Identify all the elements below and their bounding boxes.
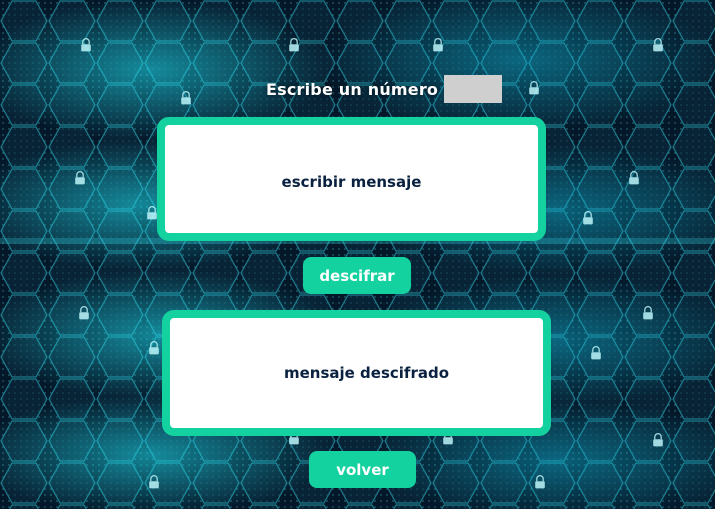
decrypted-message-text: mensaje descifrado [283, 364, 450, 382]
number-label: Escribe un número [266, 79, 439, 99]
decrypted-message-output: mensaje descifrado [162, 310, 551, 436]
number-row: Escribe un número [266, 74, 503, 104]
decryption-form: Escribe un número descifrar mensaje desc… [0, 0, 715, 509]
back-button[interactable]: volver [309, 451, 416, 488]
number-input[interactable] [444, 75, 503, 103]
message-input[interactable] [157, 117, 546, 241]
decrypt-button[interactable]: descifrar [303, 257, 411, 294]
